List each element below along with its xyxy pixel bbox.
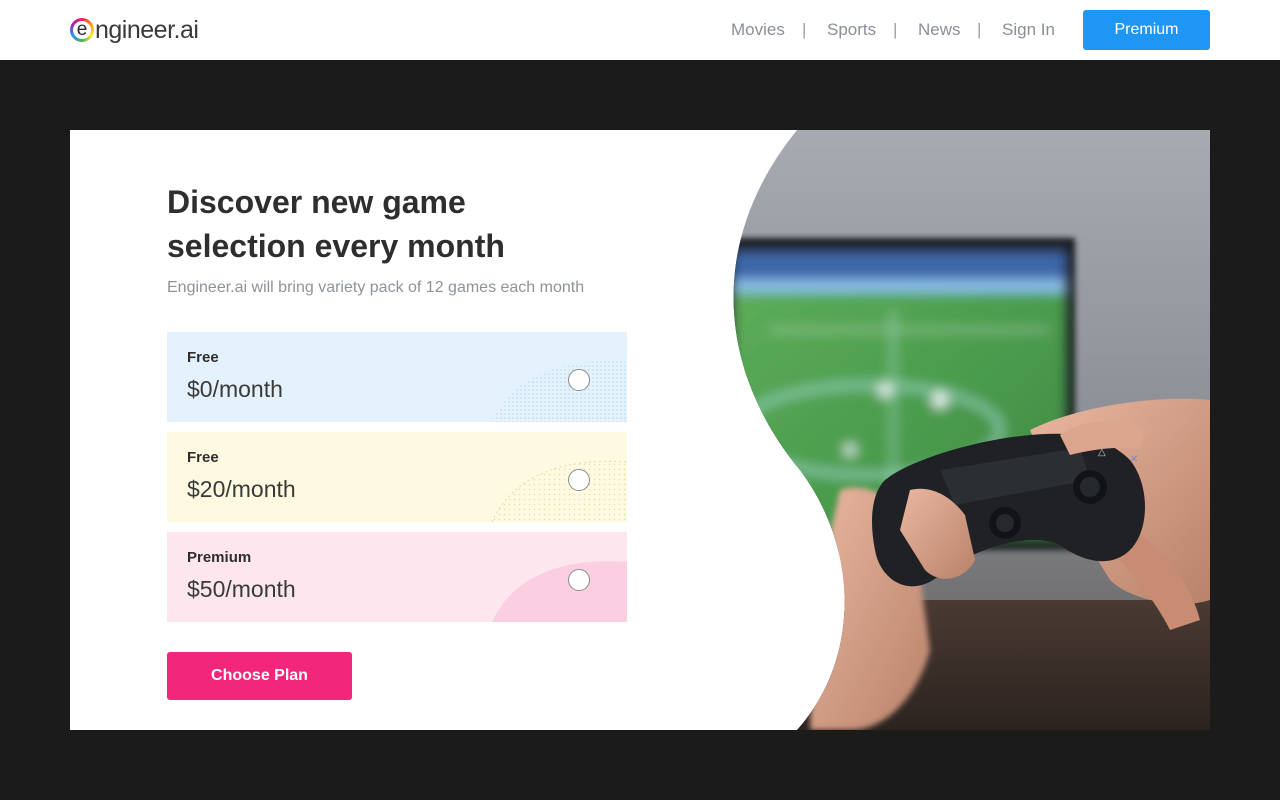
nav-separator: | [977,20,982,39]
nav-link-sports[interactable]: Sports [827,18,876,42]
plan-radio-button[interactable] [568,469,590,491]
plan-price: $20/month [187,476,296,502]
page-subtitle: Engineer.ai will bring variety pack of 1… [167,279,585,296]
engineer-ai-logo[interactable]: e ngineer.ai [70,14,199,46]
nav-link-sign-in[interactable]: Sign In [1002,18,1055,42]
plan-name: Premium [187,549,252,566]
nav-separator: | [893,20,898,39]
plan-radio-button[interactable] [568,569,590,591]
nav-separator: | [802,20,807,39]
nav-link-news[interactable]: News [918,18,961,42]
plan-option-free-20[interactable]: Free $20/month [167,432,627,522]
choose-plan-button[interactable]: Choose Plan [167,652,352,700]
plan-option-free-0[interactable]: Free $0/month [167,332,627,422]
plan-name: Free [187,449,219,466]
logo-icon: e [70,18,94,42]
page-title: Discover new game selection every month [167,184,505,264]
top-navigation-bar: e ngineer.ai Movies | Sports | News | Si… [0,0,1280,60]
svg-text:✕: ✕ [1130,454,1138,465]
nav-link-movies[interactable]: Movies [731,18,785,42]
plan-radio-button[interactable] [568,369,590,391]
plan-price: $50/month [187,576,296,602]
plan-name: Free [187,349,219,366]
logo-text: ngineer.ai [95,15,199,44]
plan-price: $0/month [187,376,283,402]
premium-button[interactable]: Premium [1083,10,1210,50]
plan-option-premium[interactable]: Premium $50/month [167,532,627,622]
subscription-card: △ ✕ Discover new game selection every mo… [70,130,1210,730]
